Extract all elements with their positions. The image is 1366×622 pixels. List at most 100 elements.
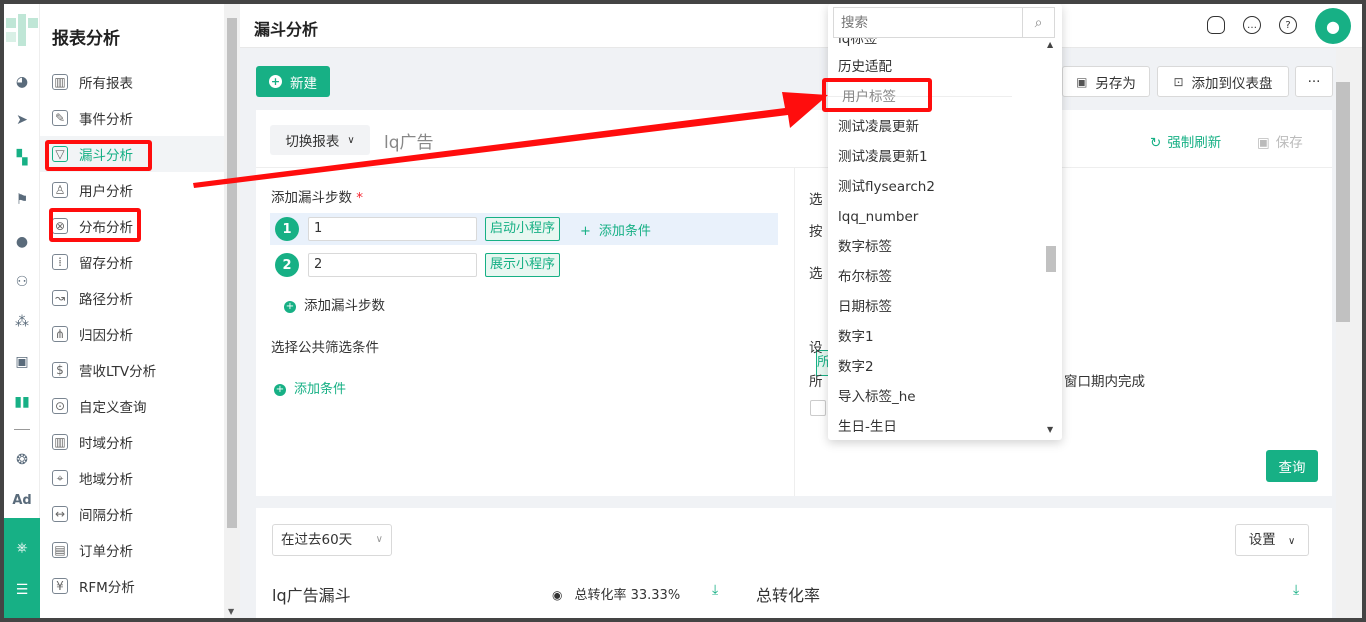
- users-icon[interactable]: ⚇: [4, 270, 40, 294]
- sidebar-item-label: 地域分析: [79, 472, 133, 488]
- network-icon[interactable]: ⎈: [4, 536, 40, 560]
- download-icon[interactable]: ⤓: [1293, 582, 1299, 598]
- dropdown-item[interactable]: lqq_number: [838, 202, 918, 232]
- sidebar-item[interactable]: ⋔ 归因分析: [40, 316, 224, 352]
- interval-icon: ↔: [52, 506, 68, 522]
- date-range-select[interactable]: 在过去60天 ∨: [272, 524, 392, 556]
- add-dashboard-label: 添加到仪表盘: [1191, 75, 1273, 92]
- icon-rail: ◕ ➤ ▚ ⚑ ● ⚇ ⁂ ▣ ▮▮ ❂ Ad ⎈ ☰: [4, 4, 40, 618]
- dropdown-list: lq标签 历史适配 用户标签 测试凌晨更新 测试凌晨更新1 测试flysearch2 lq…: [828, 38, 1046, 438]
- scroll-up-icon[interactable]: ▲: [1047, 40, 1053, 49]
- sidebar-item[interactable]: ⌖ 地域分析: [40, 460, 224, 496]
- sidebar-item[interactable]: ▥ 时域分析: [40, 424, 224, 460]
- help-icon[interactable]: ?: [1279, 16, 1297, 34]
- nav-title: 报表分析: [52, 29, 120, 49]
- dropdown-scroll-thumb[interactable]: [1046, 246, 1056, 272]
- scroll-down-icon[interactable]: ▼: [228, 607, 234, 616]
- wechat-icon[interactable]: ❂: [4, 448, 40, 472]
- dropdown-item[interactable]: 数字1: [838, 322, 874, 352]
- sidebar-scrollbar[interactable]: ▼: [224, 4, 240, 618]
- main-scrollbar[interactable]: [1336, 48, 1362, 618]
- cluster-icon[interactable]: ⁂: [4, 310, 40, 334]
- settings-button[interactable]: 设置 ∨: [1235, 524, 1309, 556]
- report-name[interactable]: lq广告: [384, 128, 434, 153]
- dropdown-item[interactable]: 导入标签_he: [838, 382, 916, 412]
- add-funnel-step-button[interactable]: + 添加漏斗步数: [284, 294, 385, 314]
- chevron-down-icon: ∨: [375, 534, 383, 545]
- tag-dropdown: ⌕ lq标签 历史适配用户标签测试凌晨更新测试凌晨更新1测试flysearch2…: [828, 4, 1062, 440]
- dropdown-item[interactable]: 测试凌晨更新1: [838, 142, 928, 172]
- sidebar-item[interactable]: ↔ 间隔分析: [40, 496, 224, 532]
- scroll-down-icon[interactable]: ▼: [1047, 425, 1053, 434]
- user-icon[interactable]: ●: [4, 230, 40, 254]
- search-icon[interactable]: ⌕: [1022, 8, 1054, 37]
- new-button[interactable]: + 新建: [256, 66, 330, 97]
- step-name-input[interactable]: 2: [308, 253, 477, 277]
- sidebar-scroll-thumb[interactable]: [227, 18, 237, 528]
- main-scroll-thumb[interactable]: [1336, 82, 1350, 322]
- step-name-input[interactable]: 1: [308, 217, 477, 241]
- sidebar-item[interactable]: ✎ 事件分析: [40, 100, 224, 136]
- time-domain-icon: ▥: [52, 434, 68, 450]
- filters-title: 选择公共筛选条件: [271, 340, 379, 356]
- floppy-icon: ▣: [1257, 135, 1270, 151]
- download-icon[interactable]: ⤓: [712, 582, 718, 598]
- dropdown-item[interactable]: 历史适配: [838, 52, 892, 82]
- portrait-icon[interactable]: ▣: [4, 350, 40, 374]
- custom-query-icon: ⊙: [52, 398, 68, 414]
- sidebar-item[interactable]: ⁞ 留存分析: [40, 244, 224, 280]
- avatar[interactable]: ●: [1315, 8, 1351, 44]
- add-filter-condition-button[interactable]: + 添加条件: [274, 378, 346, 397]
- switch-report-button[interactable]: 切换报表 ∨: [270, 125, 370, 155]
- sidebar-item[interactable]: $ 营收LTV分析: [40, 352, 224, 388]
- right-section-label: 选: [809, 192, 823, 208]
- step-event-tag[interactable]: 展示小程序: [485, 253, 561, 277]
- sidebar-item[interactable]: ⊙ 自定义查询: [40, 388, 224, 424]
- dropdown-item[interactable]: 布尔标签: [838, 262, 892, 292]
- server-icon[interactable]: ☰: [4, 578, 40, 602]
- query-button[interactable]: 查询: [1266, 450, 1318, 482]
- bar-chart-icon[interactable]: ▮▮: [4, 390, 40, 414]
- sidebar-item[interactable]: ⊗ 分布分析: [40, 208, 224, 244]
- save-button[interactable]: ▣ 保存: [1257, 131, 1303, 151]
- report-icon[interactable]: ▚: [4, 146, 40, 170]
- dropdown-item[interactable]: 测试flysearch2: [838, 172, 935, 202]
- ad-icon[interactable]: Ad: [4, 488, 40, 512]
- dropdown-item[interactable]: 测试凌晨更新: [838, 112, 919, 142]
- dashboard-icon[interactable]: ◕: [4, 70, 40, 94]
- search-input[interactable]: [834, 8, 1024, 37]
- sidebar-item-label: RFM分析: [79, 580, 135, 596]
- add-condition-button[interactable]: + 添加条件: [580, 220, 651, 239]
- sidebar-item[interactable]: ▽ 漏斗分析: [40, 136, 224, 172]
- date-range-label: 在过去60天: [281, 532, 353, 548]
- more-button[interactable]: ···: [1295, 66, 1333, 97]
- force-refresh-button[interactable]: ↻ 强制刷新: [1150, 131, 1221, 151]
- sidebar-item[interactable]: ▥ 所有报表: [40, 64, 224, 100]
- sidebar-item[interactable]: ¥ RFM分析: [40, 568, 224, 604]
- dropdown-item[interactable]: 数字2: [838, 352, 874, 382]
- flag-icon[interactable]: ⚑: [4, 188, 40, 212]
- step-event-tag[interactable]: 启动小程序: [485, 217, 561, 241]
- save-as-button[interactable]: ▣ 另存为: [1062, 66, 1150, 97]
- distribution-icon: ⊗: [52, 218, 68, 234]
- send-icon[interactable]: ➤: [4, 108, 40, 132]
- eye-icon[interactable]: ◉: [552, 588, 562, 602]
- dropdown-item[interactable]: 日期标签: [838, 292, 892, 322]
- option-checkbox[interactable]: [810, 400, 826, 416]
- dropdown-item[interactable]: 用户标签: [842, 82, 896, 112]
- add-to-dashboard-button[interactable]: ⊡ 添加到仪表盘: [1157, 66, 1289, 97]
- plus-circle-icon: +: [284, 301, 296, 313]
- retention-icon: ⁞: [52, 254, 68, 270]
- sidebar-item-label: 归因分析: [79, 328, 133, 344]
- sidebar-item[interactable]: ♙ 用户分析: [40, 172, 224, 208]
- dropdown-item[interactable]: 生日-生日: [838, 412, 897, 438]
- sidebar-item[interactable]: ↝ 路径分析: [40, 280, 224, 316]
- dropdown-scrollbar[interactable]: ▲ ▼: [1044, 38, 1058, 436]
- dropdown-item[interactable]: 数字标签: [838, 232, 892, 262]
- sidebar-item-label: 分布分析: [79, 220, 133, 236]
- required-mark: *: [356, 190, 364, 206]
- bell-icon[interactable]: [1207, 16, 1225, 34]
- right-section-label: 设: [809, 340, 823, 356]
- sidebar-item[interactable]: ▤ 订单分析: [40, 532, 224, 568]
- message-icon[interactable]: …: [1243, 16, 1261, 34]
